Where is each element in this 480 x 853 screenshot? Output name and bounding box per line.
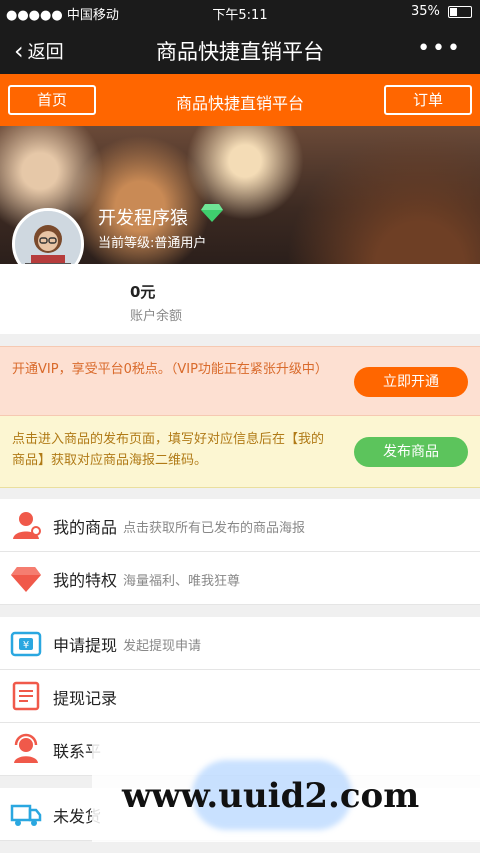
user-icon bbox=[13, 512, 41, 539]
page-title: 商品快捷直销平台 bbox=[156, 40, 324, 64]
battery-icon bbox=[448, 5, 472, 18]
diamond-badge-icon bbox=[201, 204, 223, 222]
balance-label: 账户余额 bbox=[130, 309, 183, 324]
menu-item-label: 我的商品 bbox=[53, 518, 118, 537]
menu-item-desc: 海量福利、唯我狂尊 bbox=[123, 574, 241, 589]
watermark-text: www.uuid2.com bbox=[122, 776, 420, 816]
publish-notice-text: 点击进入商品的发布页面，填写好对应信息后在【我的商品】获取对应商品海报二维码。 bbox=[12, 432, 325, 468]
svg-text:¥: ¥ bbox=[23, 640, 29, 651]
battery-status: 35% bbox=[411, 4, 472, 19]
publish-product-button[interactable]: 发布商品 bbox=[354, 437, 468, 467]
status-time: 下午5:11 bbox=[212, 8, 268, 23]
contact-icon bbox=[14, 733, 38, 763]
menu-item-my-products[interactable]: 我的商品 点击获取所有已发布的商品海报 bbox=[0, 499, 480, 552]
orders-button[interactable]: 订单 bbox=[384, 85, 472, 115]
record-icon bbox=[12, 681, 40, 711]
balance-amount: 0元 bbox=[130, 283, 156, 301]
menu-item-desc: 发起提现申请 bbox=[123, 639, 202, 654]
user-level: 当前等级:普通用户 bbox=[98, 236, 207, 251]
truck-icon bbox=[10, 804, 42, 826]
username: 开发程序猿 bbox=[98, 208, 188, 229]
vip-notice-text: 开通VIP，享受平台0税点。（VIP功能正在紧张升级中） bbox=[12, 362, 328, 377]
menu-item-desc: 点击获取所有已发布的商品海报 bbox=[123, 521, 306, 536]
menu-group-products: 我的商品 点击获取所有已发布的商品海报 我的特权 海量福利、唯我狂尊 bbox=[0, 499, 480, 605]
watermark: www.uuid2.com bbox=[92, 742, 480, 842]
menu-item-label: 我的特权 bbox=[53, 571, 118, 590]
publish-notice: 点击进入商品的发布页面，填写好对应信息后在【我的商品】获取对应商品海报二维码。 … bbox=[0, 416, 480, 488]
menu-item-withdraw-records[interactable]: 提现记录 bbox=[0, 670, 480, 723]
orange-header: 首页 商品快捷直销平台 订单 bbox=[0, 74, 480, 126]
diamond-icon bbox=[11, 567, 41, 592]
menu-item-label: 申请提现 bbox=[53, 636, 118, 655]
more-icon[interactable]: ••• bbox=[417, 36, 462, 61]
wallet-icon: ¥ bbox=[10, 631, 42, 657]
menu-item-label: 提现记录 bbox=[53, 689, 118, 708]
battery-percent: 35% bbox=[410, 4, 440, 19]
nav-bar: ‹ 返回 商品快捷直销平台 ••• bbox=[0, 24, 480, 74]
balance-panel[interactable]: 0元 账户余额 bbox=[0, 264, 480, 334]
vip-notice: 开通VIP，享受平台0税点。（VIP功能正在紧张升级中） 立即开通 bbox=[0, 346, 480, 416]
menu-item-privileges[interactable]: 我的特权 海量福利、唯我狂尊 bbox=[0, 552, 480, 605]
status-bar: ●●●●● 中国移动 下午5:11 35% bbox=[0, 0, 480, 24]
menu-item-withdraw[interactable]: ¥ 申请提现 发起提现申请 bbox=[0, 617, 480, 670]
open-vip-button[interactable]: 立即开通 bbox=[354, 367, 468, 397]
